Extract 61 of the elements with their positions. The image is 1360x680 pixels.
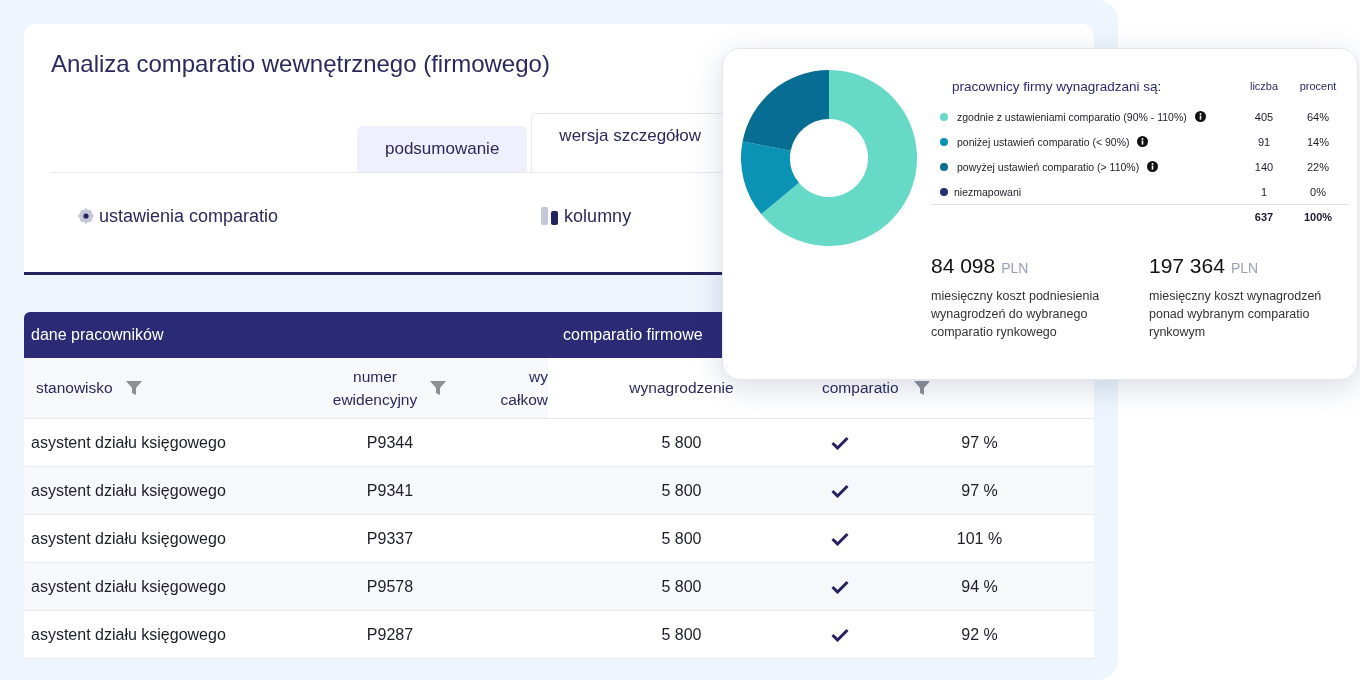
table-cell-text: asystent działu księgowego xyxy=(30,529,227,548)
column-header: comparatio xyxy=(822,379,899,397)
stat-value: 197 364 xyxy=(1149,254,1225,278)
table-cell-text: 14% xyxy=(1306,135,1330,148)
currency-unit: PLN xyxy=(1230,260,1259,276)
table-cell-text: 5 800 xyxy=(660,481,703,500)
table-cell-text: 1 xyxy=(1259,185,1269,198)
filter-icon[interactable] xyxy=(429,379,448,397)
table-cell-text: 22% xyxy=(1306,160,1330,173)
legend-label: zgodnie z ustawieniami comparatio (90% - 110%) xyxy=(957,110,1187,123)
column-header: procent xyxy=(1298,80,1338,92)
table-cell-text: 94 % xyxy=(960,577,999,596)
table-cell-text: asystent działu księgowego xyxy=(30,577,227,596)
table-cell-text: P9337 xyxy=(365,529,415,548)
table-cell-text: 5 800 xyxy=(660,529,703,548)
table-cell-text: 5 800 xyxy=(660,625,703,644)
table-cell-text: 0% xyxy=(1309,185,1327,198)
table-cell-text: 405 xyxy=(1253,110,1275,123)
total-count: 637 xyxy=(1253,211,1275,223)
settings-button[interactable]: ustawienia comparatio xyxy=(77,205,279,227)
table-cell-text: 5 800 xyxy=(660,577,703,596)
settings-icon xyxy=(77,207,95,225)
columns-icon xyxy=(540,206,561,226)
table-cell-text: P9578 xyxy=(365,577,415,596)
table-cell-text: 97 % xyxy=(960,433,999,452)
currency-unit: PLN xyxy=(1001,260,1029,276)
table-cell-text: P9341 xyxy=(365,481,415,500)
table-cell-text: asystent działu księgowego xyxy=(30,481,227,500)
table-cell-text: P9344 xyxy=(365,433,415,452)
info-icon[interactable] xyxy=(1137,136,1149,147)
legend-label: niezmapowani xyxy=(954,185,1022,198)
column-header: liczba xyxy=(1248,80,1280,92)
filter-icon[interactable] xyxy=(124,379,143,397)
legend-label: powyżej ustawień comparatio (> 110%) xyxy=(957,160,1140,173)
table-cell-text: 97 % xyxy=(960,481,999,500)
table-cell-text: 101 % xyxy=(955,529,1004,548)
stat-value: 84 098 xyxy=(931,254,996,278)
column-header: numer ewidencyjny xyxy=(332,367,418,410)
table-cell-text: 140 xyxy=(1253,160,1275,173)
info-icon[interactable] xyxy=(1194,111,1206,122)
legend-label: poniżej ustawień comparatio (< 90%) xyxy=(957,135,1130,148)
column-header: wynagrodzenie xyxy=(629,379,734,397)
group-header: comparatio firmowe xyxy=(562,326,703,344)
table-cell-text: asystent działu księgowego xyxy=(30,433,227,452)
table-cell-text: P9287 xyxy=(365,625,415,644)
summary-title: pracownicy firmy wynagradzani są: xyxy=(952,78,1163,94)
group-header: dane pracowników xyxy=(30,326,165,344)
tab[interactable]: podsumowanie xyxy=(357,126,528,172)
table-cell-text: 5 800 xyxy=(660,433,703,452)
stat-description: miesięczny koszt podniesienia wynagrodzeń do wybranego comparatio rynkowego xyxy=(931,288,1101,341)
table-cell-text: 91 xyxy=(1256,135,1272,148)
table-cell-text: 92 % xyxy=(960,625,999,644)
column-header: stanowisko xyxy=(36,379,113,397)
page-title: Analiza comparatio wewnętrznego (firmowego) xyxy=(51,49,551,79)
table-cell-text: asystent działu księgowego xyxy=(30,625,227,644)
info-icon[interactable] xyxy=(1147,161,1159,172)
stat-description: miesięczny koszt wynagrodzeń ponad wybranym comparatio rynkowym xyxy=(1149,288,1323,341)
column-header: wy całkow xyxy=(500,367,548,410)
table-cell-text: 64% xyxy=(1306,110,1330,123)
columns-button[interactable]: kolumny xyxy=(540,205,632,227)
total-percent: 100% xyxy=(1302,211,1334,223)
